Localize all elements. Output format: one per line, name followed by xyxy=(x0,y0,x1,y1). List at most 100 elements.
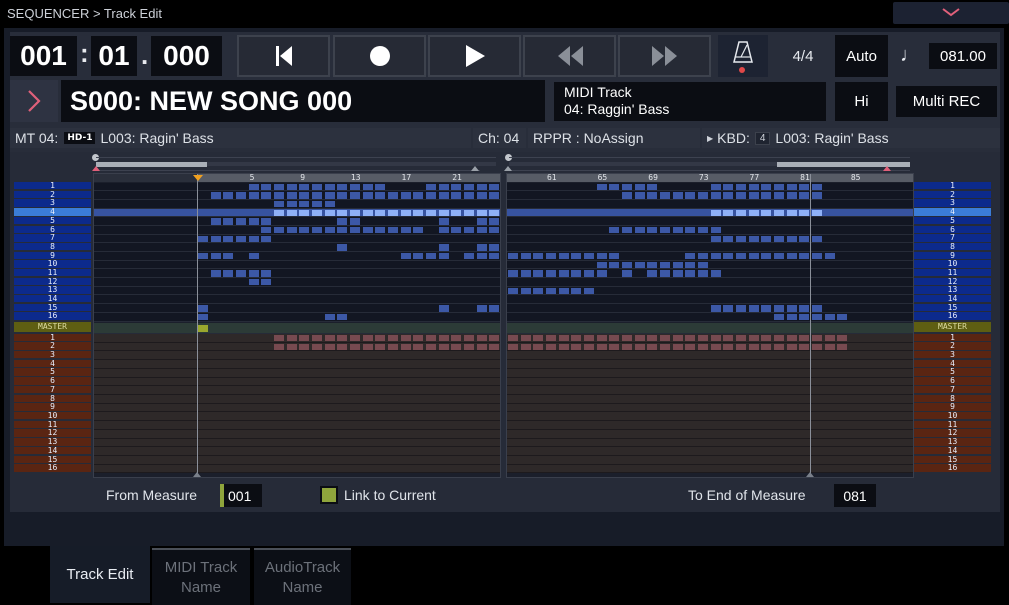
audio-track-label[interactable]: 11 xyxy=(14,420,91,428)
midi-block[interactable] xyxy=(710,270,721,277)
midi-track-label[interactable]: 11 xyxy=(14,268,91,277)
audio-track-label[interactable]: 3 xyxy=(14,350,91,359)
midi-block[interactable] xyxy=(311,226,322,234)
midi-block[interactable] xyxy=(299,183,310,190)
audio-block[interactable] xyxy=(489,335,500,342)
audio-block[interactable] xyxy=(735,335,746,342)
audio-track-label[interactable]: 3 xyxy=(914,350,991,359)
midi-block[interactable] xyxy=(235,270,246,277)
midi-block[interactable] xyxy=(349,183,360,190)
midi-block[interactable] xyxy=(697,226,708,234)
audio-block[interactable] xyxy=(659,335,670,342)
midi-track-label[interactable]: 10 xyxy=(914,260,991,268)
audio-track-label[interactable]: 14 xyxy=(914,446,991,455)
location-beat[interactable]: 01 xyxy=(91,36,137,76)
midi-block[interactable] xyxy=(533,253,544,260)
midi-block[interactable] xyxy=(647,261,658,269)
midi-block[interactable] xyxy=(286,226,297,234)
midi-track-label[interactable]: 8 xyxy=(14,242,91,251)
midi-block[interactable] xyxy=(273,226,284,234)
audio-block[interactable] xyxy=(299,335,310,342)
midi-block[interactable] xyxy=(451,183,462,190)
midi-block[interactable] xyxy=(571,287,582,295)
midi-block[interactable] xyxy=(438,192,449,199)
audio-block[interactable] xyxy=(773,335,784,342)
midi-block[interactable] xyxy=(400,192,411,199)
midi-block[interactable] xyxy=(273,183,284,190)
midi-block[interactable] xyxy=(223,270,234,277)
midi-block[interactable] xyxy=(387,226,398,234)
midi-block[interactable] xyxy=(349,192,360,199)
current-track-info[interactable]: MIDI Track 04: Raggin' Bass xyxy=(554,82,826,121)
midi-block[interactable] xyxy=(375,226,386,234)
midi-block[interactable] xyxy=(337,313,348,321)
link-to-current-label[interactable]: Link to Current xyxy=(344,487,436,503)
midi-row[interactable] xyxy=(507,312,913,322)
midi-track-label[interactable]: 12 xyxy=(914,277,991,285)
midi-block[interactable] xyxy=(685,261,696,269)
midi-block[interactable] xyxy=(248,235,259,243)
midi-block[interactable] xyxy=(723,235,734,243)
midi-track-label[interactable]: 2 xyxy=(14,190,91,198)
midi-block[interactable] xyxy=(413,209,424,216)
midi-block[interactable] xyxy=(811,305,822,312)
midi-block[interactable] xyxy=(248,270,259,277)
audio-track-label[interactable]: 15 xyxy=(14,455,91,463)
midi-block[interactable] xyxy=(723,209,734,216)
midi-block[interactable] xyxy=(558,270,569,277)
midi-block[interactable] xyxy=(609,183,620,190)
midi-block[interactable] xyxy=(198,253,208,260)
audio-block[interactable] xyxy=(824,335,835,342)
midi-block[interactable] xyxy=(659,261,670,269)
midi-block[interactable] xyxy=(362,183,373,190)
midi-block[interactable] xyxy=(761,192,772,199)
midi-track-label[interactable]: 12 xyxy=(14,277,91,285)
link-to-current-checkbox[interactable] xyxy=(320,486,338,504)
audio-track-label[interactable]: 6 xyxy=(914,376,991,385)
audio-block[interactable] xyxy=(311,344,322,351)
midi-block[interactable] xyxy=(773,253,784,260)
midi-block[interactable] xyxy=(261,270,272,277)
rec-mode-button[interactable]: Multi REC xyxy=(896,86,997,117)
master-track-label[interactable]: MASTER xyxy=(14,322,91,332)
midi-block[interactable] xyxy=(349,218,360,225)
midi-block[interactable] xyxy=(362,209,373,216)
midi-block[interactable] xyxy=(311,192,322,199)
song-name[interactable]: S000: NEW SONG 000 xyxy=(61,80,545,122)
midi-block[interactable] xyxy=(261,226,272,234)
midi-block[interactable] xyxy=(349,209,360,216)
midi-row[interactable] xyxy=(507,295,913,305)
audio-block[interactable] xyxy=(723,344,734,351)
audio-block[interactable] xyxy=(324,335,335,342)
audio-block[interactable] xyxy=(571,335,582,342)
midi-track-label[interactable]: 11 xyxy=(914,268,991,277)
audio-block[interactable] xyxy=(489,344,500,351)
record-button[interactable] xyxy=(333,35,426,77)
audio-block[interactable] xyxy=(685,344,696,351)
midi-block[interactable] xyxy=(387,192,398,199)
midi-block[interactable] xyxy=(299,192,310,199)
midi-block[interactable] xyxy=(748,209,759,216)
midi-block[interactable] xyxy=(583,270,594,277)
midi-block[interactable] xyxy=(811,313,822,321)
midi-block[interactable] xyxy=(337,209,348,216)
midi-block[interactable] xyxy=(672,270,683,277)
midi-block[interactable] xyxy=(311,200,322,208)
midi-block[interactable] xyxy=(400,209,411,216)
midi-track-label[interactable]: 5 xyxy=(914,216,991,225)
midi-block[interactable] xyxy=(710,305,721,312)
audio-block[interactable] xyxy=(596,335,607,342)
collapse-button[interactable] xyxy=(893,2,1009,24)
midi-block[interactable] xyxy=(476,226,487,234)
playhead-marker-icon[interactable] xyxy=(193,175,203,181)
audio-block[interactable] xyxy=(672,344,683,351)
midi-block[interactable] xyxy=(438,253,449,260)
midi-block[interactable] xyxy=(261,279,272,286)
audio-row[interactable] xyxy=(507,351,913,361)
midi-block[interactable] xyxy=(596,253,607,260)
audio-row[interactable] xyxy=(507,360,913,369)
midi-block[interactable] xyxy=(609,253,620,260)
audio-row[interactable] xyxy=(94,455,500,465)
midi-block[interactable] xyxy=(451,192,462,199)
midi-block[interactable] xyxy=(621,226,632,234)
